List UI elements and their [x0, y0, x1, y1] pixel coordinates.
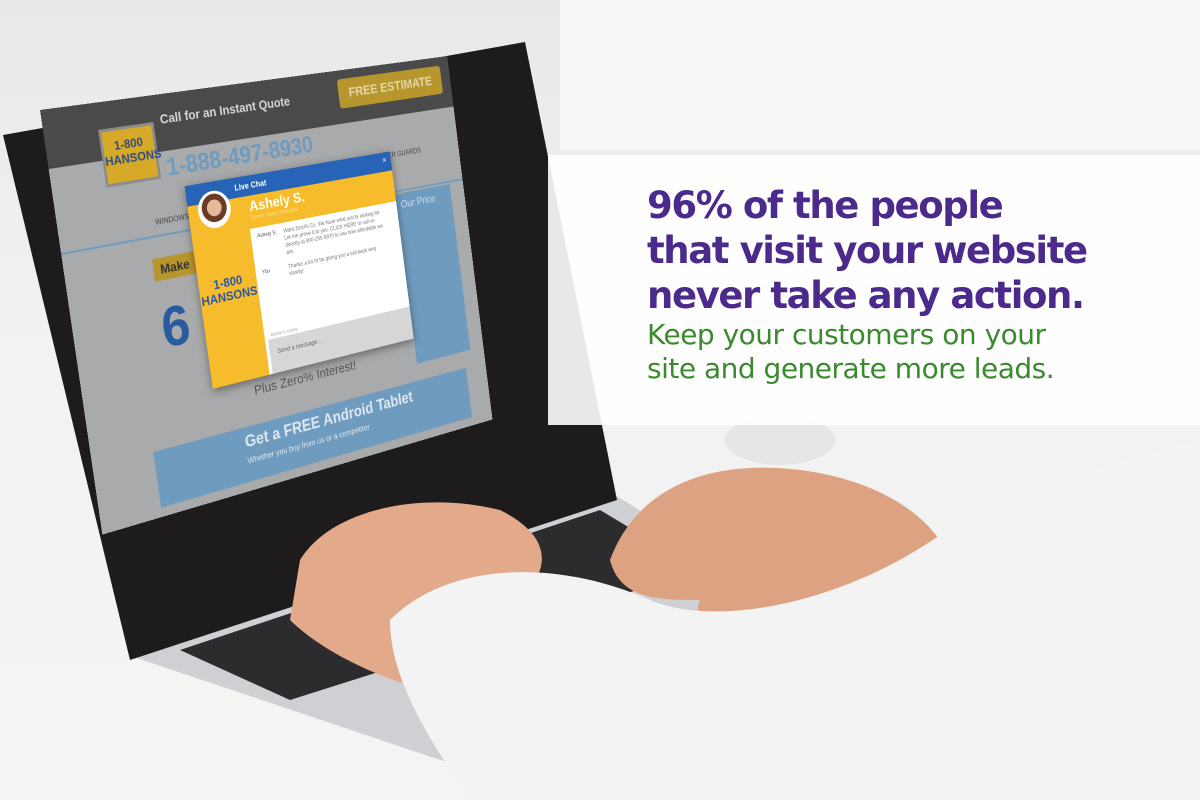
subheadline: Keep your customers on your site and gen… [647, 318, 1055, 386]
headline-line: that visit your website [647, 229, 1088, 272]
headline-line: 96% of the people [647, 184, 1004, 227]
subheadline-line: site and generate more leads. [647, 352, 1055, 385]
subheadline-line: Keep your customers on your [647, 318, 1046, 351]
headline: 96% of the people that visit your websit… [647, 183, 1088, 318]
headline-line: never take any action. [647, 274, 1085, 317]
